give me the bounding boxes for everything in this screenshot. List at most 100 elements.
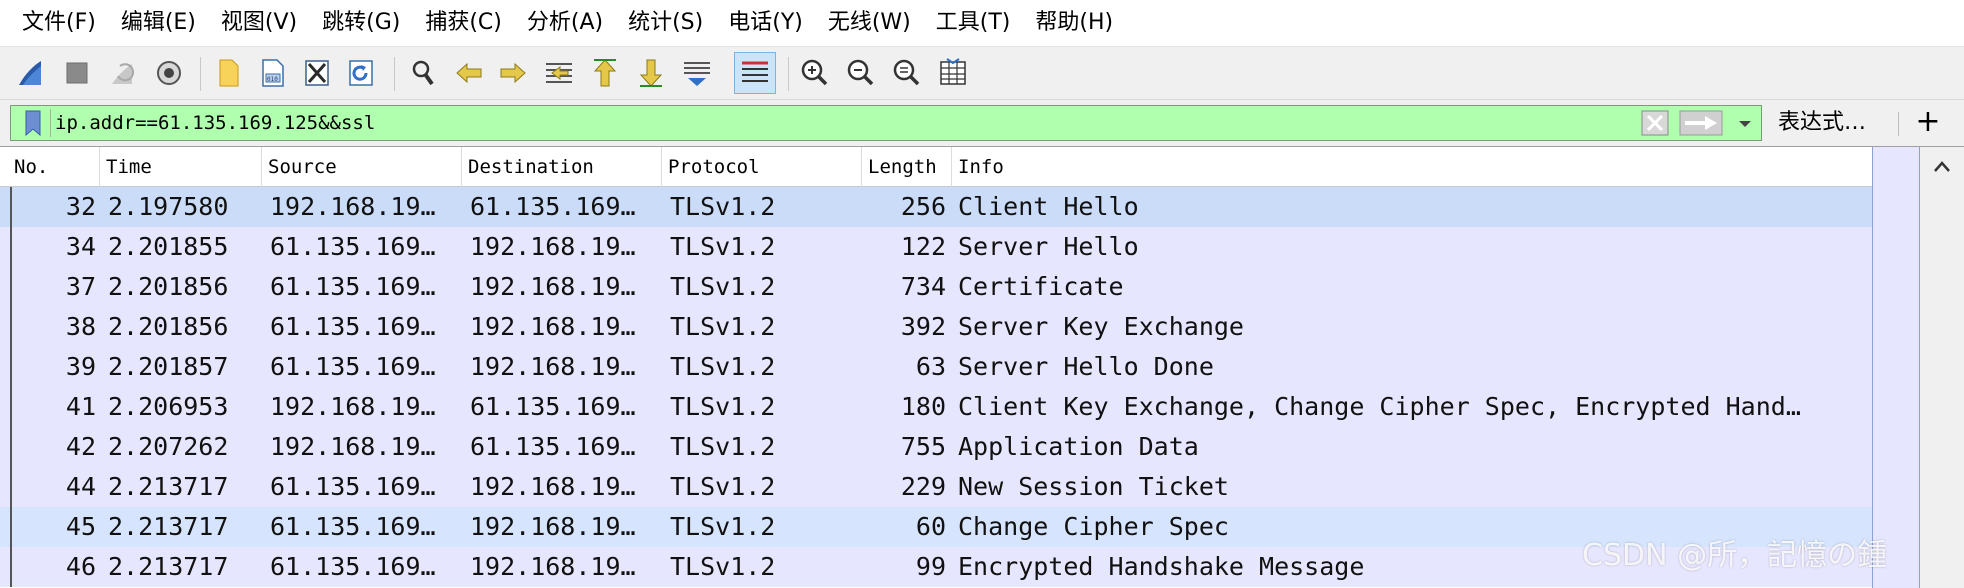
packet-row[interactable]: 34 2.201855 61.135.169… 192.168.19… TLSv… xyxy=(0,227,1872,267)
packet-source: 61.135.169… xyxy=(270,552,436,581)
save-file-button[interactable]: 010 xyxy=(252,52,294,94)
stop-icon xyxy=(66,62,88,84)
packet-time: 2.213717 xyxy=(108,512,229,541)
resize-columns-icon xyxy=(940,58,966,85)
first-packet-icon xyxy=(593,59,617,87)
packet-destination: 192.168.19… xyxy=(470,312,636,341)
packet-row[interactable]: 37 2.201856 61.135.169… 192.168.19… TLSv… xyxy=(0,267,1872,307)
menu-tools[interactable]: 工具(T) xyxy=(926,0,1026,46)
column-header-source[interactable]: Source xyxy=(262,147,462,187)
svg-text:010: 010 xyxy=(267,76,278,83)
close-file-icon xyxy=(305,60,329,86)
reload-file-button[interactable] xyxy=(340,52,382,94)
restart-icon xyxy=(112,63,135,84)
bookmark-icon xyxy=(25,110,40,136)
vertical-scrollbar[interactable] xyxy=(1920,147,1964,588)
menu-view[interactable]: 视图(V) xyxy=(211,0,312,46)
packet-destination: 192.168.19… xyxy=(470,472,636,501)
zoom-out-button[interactable] xyxy=(840,52,882,94)
menu-bar: 文件(F) 编辑(E) 视图(V) 跳转(G) 捕获(C) 分析(A) 统计(S… xyxy=(0,0,1964,46)
menu-file[interactable]: 文件(F) xyxy=(12,0,111,46)
packet-no: 44 xyxy=(65,472,96,501)
menu-help[interactable]: 帮助(H) xyxy=(1025,0,1128,46)
menu-go[interactable]: 跳转(G) xyxy=(312,0,415,46)
column-header-destination[interactable]: Destination xyxy=(462,147,662,187)
packet-protocol: TLSv1.2 xyxy=(670,472,776,501)
go-forward-button[interactable] xyxy=(492,52,534,94)
autoscroll-button[interactable] xyxy=(676,52,718,94)
packet-no: 42 xyxy=(65,432,96,461)
capture-options-button[interactable] xyxy=(148,52,190,94)
packet-no: 46 xyxy=(65,552,96,581)
packet-protocol: TLSv1.2 xyxy=(670,432,776,461)
go-forward-icon xyxy=(500,62,526,84)
open-file-button[interactable] xyxy=(208,52,250,94)
packet-destination: 192.168.19… xyxy=(470,232,636,261)
zoom-in-icon xyxy=(801,59,828,86)
zoom-in-button[interactable] xyxy=(794,52,836,94)
restart-capture-button[interactable] xyxy=(102,52,144,94)
menu-edit[interactable]: 编辑(E) xyxy=(111,0,211,46)
expression-button[interactable]: 表达式… xyxy=(1778,105,1866,141)
close-file-button[interactable] xyxy=(296,52,338,94)
normal-size-icon xyxy=(893,59,920,86)
packet-no: 45 xyxy=(65,512,96,541)
column-header-time[interactable]: Time xyxy=(100,147,262,187)
packet-protocol: TLSv1.2 xyxy=(670,392,776,421)
clear-filter-icon[interactable] xyxy=(1641,110,1669,136)
packet-time: 2.206953 xyxy=(108,392,229,421)
packet-overview-minimap[interactable] xyxy=(1872,147,1920,588)
packet-length: 122 xyxy=(900,232,946,261)
column-header-no[interactable]: No. xyxy=(8,147,100,187)
menu-analyze[interactable]: 分析(A) xyxy=(517,0,618,46)
colorize-button[interactable] xyxy=(734,52,776,94)
filter-text[interactable]: ip.addr==61.135.169.125&&ssl xyxy=(55,106,375,140)
packet-source: 192.168.19… xyxy=(270,192,436,221)
colorize-icon xyxy=(742,61,768,82)
column-header-info[interactable]: Info xyxy=(952,147,1872,187)
add-filter-button[interactable]: + xyxy=(1910,105,1946,141)
packet-info: New Session Ticket xyxy=(958,472,1229,501)
menu-statistics[interactable]: 统计(S) xyxy=(618,0,718,46)
packet-time: 2.201857 xyxy=(108,352,229,381)
normal-size-button[interactable] xyxy=(886,52,928,94)
packet-length: 256 xyxy=(900,192,946,221)
packet-row[interactable]: 39 2.201857 61.135.169… 192.168.19… TLSv… xyxy=(0,347,1872,387)
packet-info: Application Data xyxy=(958,432,1199,461)
packet-destination: 192.168.19… xyxy=(470,512,636,541)
capture-options-icon xyxy=(157,61,181,85)
filter-history-dropdown-icon[interactable] xyxy=(1733,110,1757,136)
display-filter-input[interactable]: ip.addr==61.135.169.125&&ssl xyxy=(10,105,1762,141)
packet-row[interactable]: 41 2.206953 192.168.19… 61.135.169… TLSv… xyxy=(0,387,1872,427)
menu-capture[interactable]: 捕获(C) xyxy=(415,0,517,46)
packet-row[interactable]: 32 2.197580 192.168.19… 61.135.169… TLSv… xyxy=(0,187,1872,227)
start-capture-button[interactable] xyxy=(10,52,52,94)
packet-no: 34 xyxy=(65,232,96,261)
packet-row[interactable]: 38 2.201856 61.135.169… 192.168.19… TLSv… xyxy=(0,307,1872,347)
packet-no: 38 xyxy=(65,312,96,341)
menu-wireless[interactable]: 无线(W) xyxy=(818,0,926,46)
scroll-up-arrow-icon[interactable] xyxy=(1928,153,1956,181)
last-packet-button[interactable] xyxy=(630,52,672,94)
packet-destination: 61.135.169… xyxy=(470,192,636,221)
display-filter-bar: ip.addr==61.135.169.125&&ssl 表达式… + xyxy=(0,100,1964,146)
resize-columns-button[interactable] xyxy=(932,52,974,94)
apply-filter-icon[interactable] xyxy=(1679,110,1723,136)
column-header-length[interactable]: Length xyxy=(862,147,952,187)
menu-telephony[interactable]: 电话(Y) xyxy=(718,0,818,46)
stop-capture-button[interactable] xyxy=(56,52,98,94)
packet-row[interactable]: 42 2.207262 192.168.19… 61.135.169… TLSv… xyxy=(0,427,1872,467)
column-header-protocol[interactable]: Protocol xyxy=(662,147,862,187)
find-packet-button[interactable] xyxy=(402,52,444,94)
filter-bookmark-button[interactable] xyxy=(15,109,51,137)
packet-list-header: No. Time Source Destination Protocol Len… xyxy=(0,147,1872,187)
first-packet-button[interactable] xyxy=(584,52,626,94)
go-to-packet-button[interactable] xyxy=(538,52,580,94)
packet-source: 61.135.169… xyxy=(270,272,436,301)
go-back-button[interactable] xyxy=(448,52,490,94)
packet-source: 192.168.19… xyxy=(270,392,436,421)
packet-info: Server Key Exchange xyxy=(958,312,1244,341)
packet-source: 61.135.169… xyxy=(270,312,436,341)
open-file-icon xyxy=(219,59,239,87)
packet-row[interactable]: 44 2.213717 61.135.169… 192.168.19… TLSv… xyxy=(0,467,1872,507)
